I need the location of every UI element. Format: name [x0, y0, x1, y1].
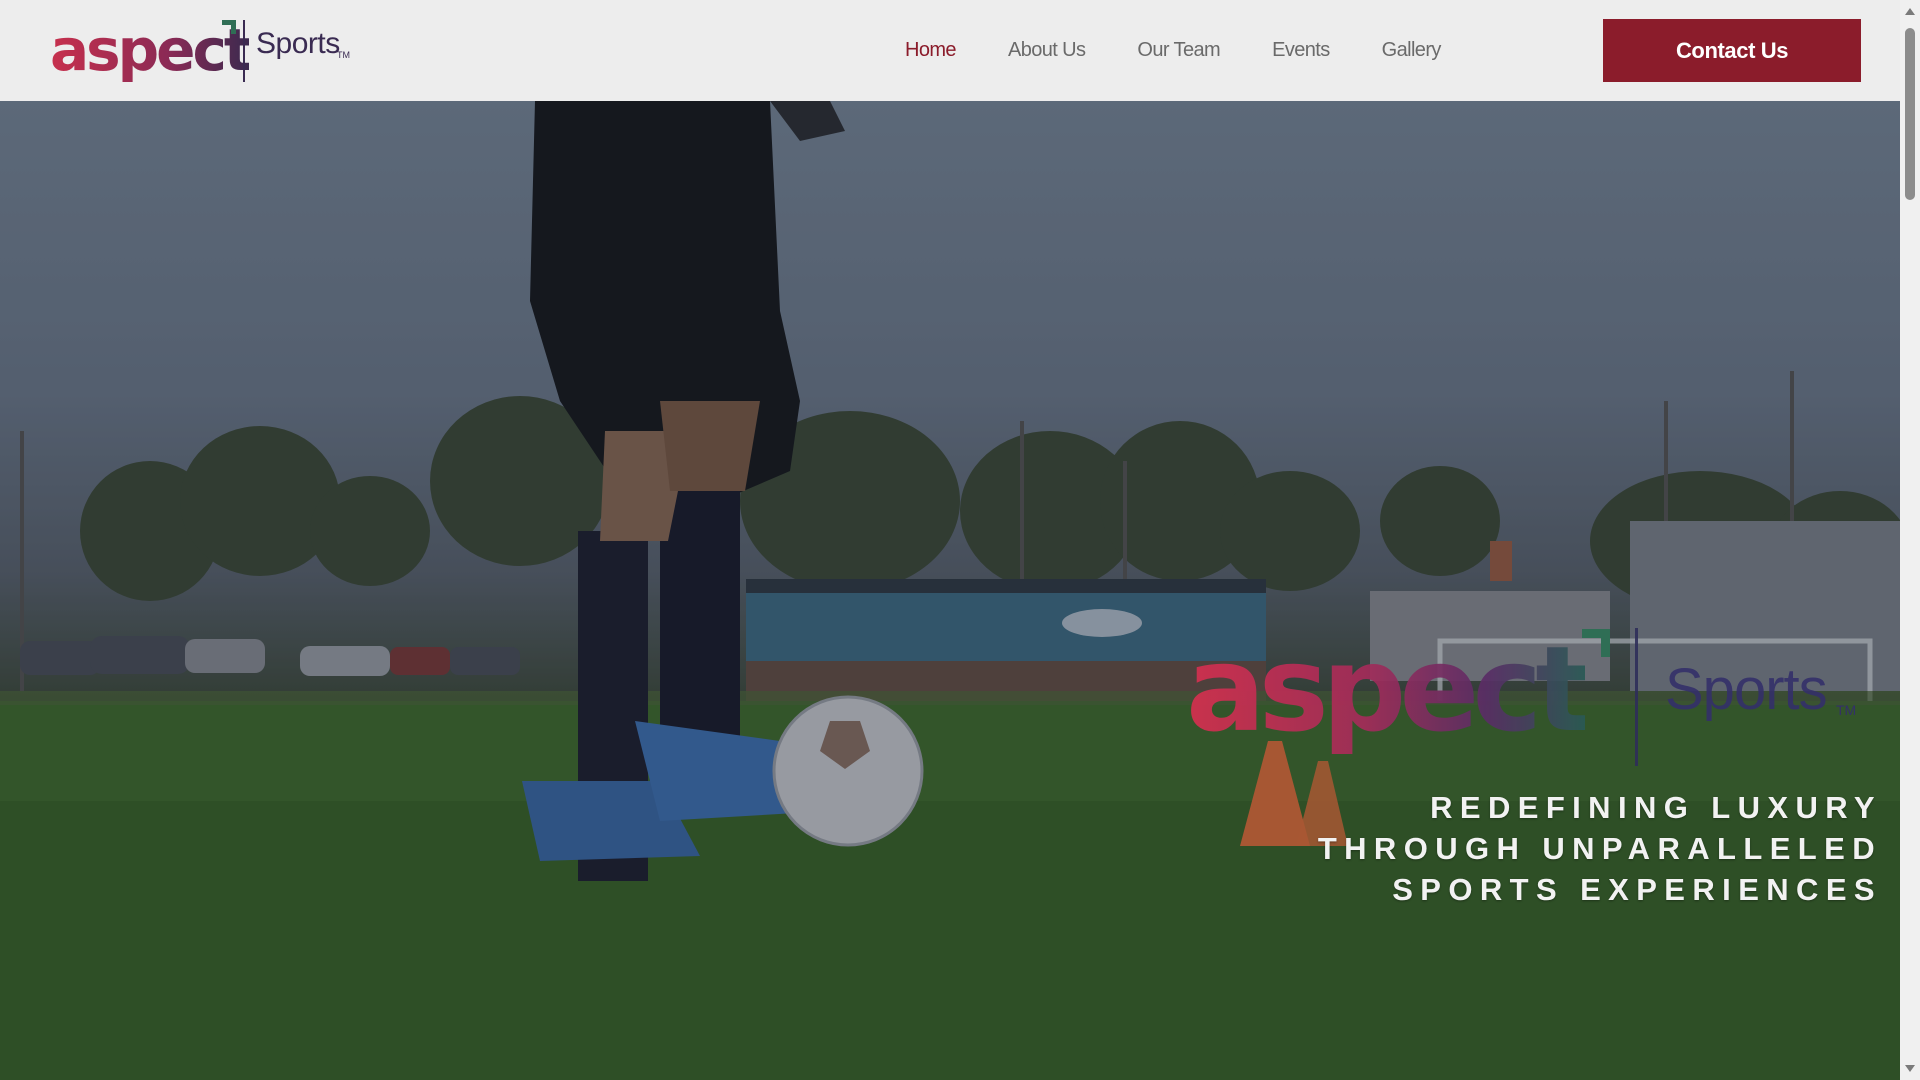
- tagline-line-1: REDEFINING LUXURY: [1430, 790, 1882, 825]
- hero-logo-accent-icon: [1582, 629, 1610, 657]
- logo-trademark: TM: [337, 50, 350, 60]
- nav-events[interactable]: Events: [1272, 39, 1330, 62]
- page: aspect Sports TM Home About Us Our Team …: [0, 0, 1920, 1080]
- brand-logo[interactable]: aspect Sports TM: [50, 18, 360, 82]
- logo-sports-text: Sports: [256, 27, 340, 60]
- logo-wordmark: aspect: [50, 16, 252, 84]
- nav-about-us[interactable]: About Us: [1008, 39, 1086, 62]
- hero-logo-divider: [1635, 628, 1638, 766]
- hero-tagline: REDEFINING LUXURY THROUGH UNPARALLELED S…: [1182, 787, 1882, 910]
- scroll-up-arrow-icon[interactable]: [1905, 8, 1915, 15]
- nav-gallery[interactable]: Gallery: [1382, 39, 1442, 62]
- logo-divider: [243, 20, 245, 82]
- hero-logo: aspect Sports TM: [1186, 624, 1876, 774]
- nav-our-team[interactable]: Our Team: [1137, 39, 1220, 62]
- hero-logo-sports-text: Sports: [1665, 657, 1828, 722]
- contact-us-button[interactable]: Contact Us: [1603, 19, 1861, 82]
- logo-accent-icon: [222, 20, 236, 34]
- nav-home[interactable]: Home: [905, 39, 957, 62]
- page-scrollbar[interactable]: [1900, 0, 1920, 1080]
- hero-logo-wordmark: aspect: [1186, 620, 1592, 758]
- tagline-line-3: SPORTS EXPERIENCES: [1392, 872, 1882, 907]
- hero-section: aspect Sports TM REDEFINING LUXURY THROU…: [0, 101, 1900, 1080]
- tagline-line-2: THROUGH UNPARALLELED: [1317, 831, 1882, 866]
- site-header: aspect Sports TM Home About Us Our Team …: [0, 0, 1900, 101]
- scroll-down-arrow-icon[interactable]: [1905, 1065, 1915, 1072]
- hero-logo-trademark: TM: [1836, 702, 1857, 718]
- scrollbar-thumb[interactable]: [1905, 28, 1915, 200]
- hero-overlay: [0, 101, 1900, 1080]
- main-nav: Home About Us Our Team Events Gallery: [905, 0, 1493, 101]
